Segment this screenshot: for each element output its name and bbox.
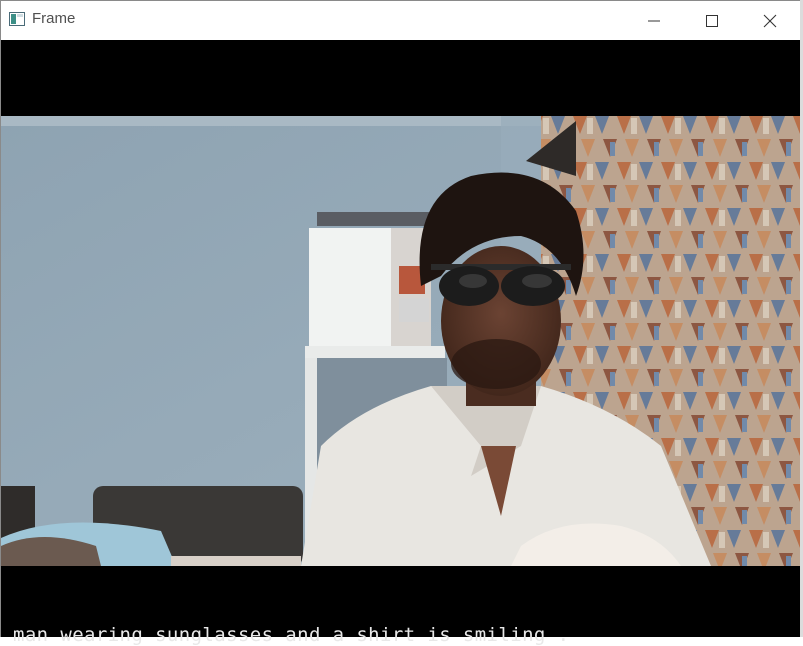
close-button[interactable] xyxy=(741,1,799,40)
close-icon xyxy=(763,14,777,28)
video-frame: man wearing sunglasses and a shirt is sm… xyxy=(1,40,800,646)
title-bar[interactable]: Frame xyxy=(1,1,800,40)
caption-text: man wearing sunglasses and a shirt is sm… xyxy=(13,624,570,646)
camera-image xyxy=(1,116,800,566)
window-title: Frame xyxy=(32,10,76,27)
app-window-icon xyxy=(9,12,25,26)
minimize-button[interactable] xyxy=(625,1,683,40)
app-window: Frame man wearing sunglasses and a shirt… xyxy=(0,0,801,646)
minimize-icon xyxy=(648,20,660,22)
maximize-button[interactable] xyxy=(683,1,741,40)
maximize-icon xyxy=(706,15,718,27)
